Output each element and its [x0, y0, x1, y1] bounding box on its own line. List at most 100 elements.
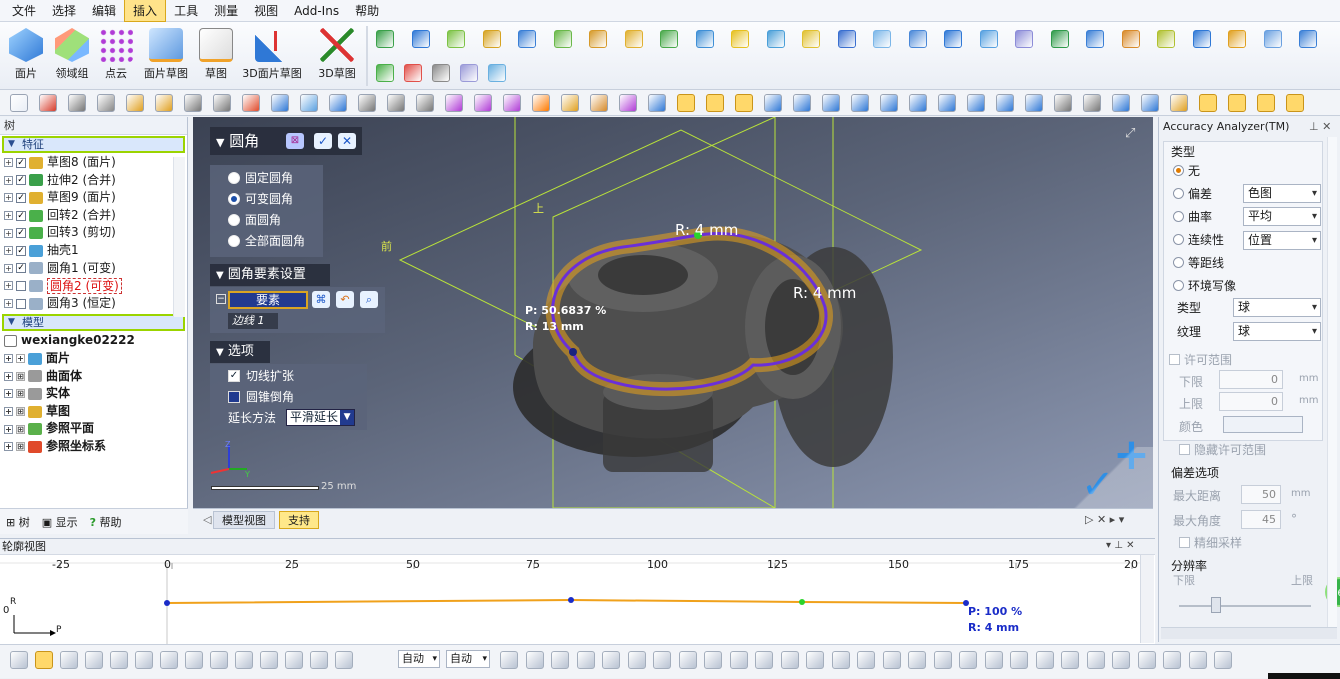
- bottom-tool-icon[interactable]: [576, 651, 595, 669]
- view-tool-icon[interactable]: [387, 94, 405, 112]
- bottom-tool-icon[interactable]: [857, 651, 875, 669]
- view-tool-icon[interactable]: [996, 94, 1014, 112]
- tab-help[interactable]: ? 帮助: [84, 514, 128, 530]
- tab-model-view[interactable]: 模型视图: [213, 511, 275, 529]
- max-angle-input[interactable]: 45: [1241, 510, 1281, 529]
- bottom-tool-icon[interactable]: [678, 651, 697, 669]
- model-item[interactable]: + ⊞ 曲面体: [0, 368, 187, 386]
- collapse-toggle-icon[interactable]: ⊞: [16, 389, 25, 399]
- bottom-tool-icon[interactable]: [285, 651, 303, 669]
- analysis-option-select[interactable]: 平均: [1243, 207, 1321, 226]
- view-tool-icon[interactable]: [184, 94, 202, 112]
- region-group-button[interactable]: 领域组: [50, 28, 94, 86]
- right-panel-hscroll[interactable]: [1161, 627, 1337, 639]
- bottom-tool-icon[interactable]: [780, 651, 799, 669]
- expand-icon[interactable]: +: [4, 424, 13, 434]
- view-tool-icon[interactable]: [1228, 94, 1246, 112]
- mesh-sketch-button[interactable]: 面片草图: [140, 28, 192, 86]
- model-item[interactable]: + ⊞ 草图: [0, 403, 187, 421]
- feature-item[interactable]: + 圆角2 (可变): [0, 277, 187, 295]
- visibility-checkbox[interactable]: [16, 280, 26, 291]
- menu-item-5[interactable]: 测量: [206, 0, 246, 21]
- element-field[interactable]: 要素: [228, 291, 308, 309]
- bottom-tool-icon[interactable]: [310, 651, 328, 669]
- 3d-sketch-button[interactable]: 3D草图: [314, 28, 360, 86]
- model-item[interactable]: + + 面片: [0, 350, 187, 368]
- view-tool-icon[interactable]: [938, 94, 956, 112]
- bottom-tool-icon[interactable]: [1035, 651, 1054, 669]
- bottom-tool-icon[interactable]: [1188, 651, 1207, 669]
- feature-item[interactable]: + ✓ 回转3 (剪切): [0, 224, 187, 242]
- ribbon-tool-icon[interactable]: [766, 30, 785, 48]
- allow-range-checkbox[interactable]: 许可范围: [1169, 351, 1232, 368]
- resolution-slider-track[interactable]: [1179, 605, 1311, 607]
- ribbon-tool-icon[interactable]: [731, 30, 749, 48]
- expand-icon[interactable]: +: [4, 299, 13, 309]
- 3d-mesh-sketch-button[interactable]: 3D面片草图: [240, 28, 304, 86]
- ok-check-icon[interactable]: ✓: [314, 133, 332, 149]
- bottom-tool-icon[interactable]: [260, 651, 278, 669]
- view-tool-icon[interactable]: [358, 94, 376, 112]
- maximize-icon[interactable]: ⤢: [1125, 127, 1139, 141]
- tab-support[interactable]: 支持: [279, 511, 319, 529]
- model-item[interactable]: + ⊞ 参照坐标系: [0, 438, 187, 456]
- auto-select-1[interactable]: 自动 ▾: [398, 650, 440, 668]
- expand-icon[interactable]: +: [4, 228, 13, 238]
- feature-item[interactable]: + ✓ 草图9 (面片): [0, 189, 187, 207]
- tangent-extend-checkbox[interactable]: ✓ 切线扩张: [210, 365, 367, 386]
- view-tool-icon[interactable]: [10, 94, 28, 112]
- upper-input[interactable]: 0: [1219, 392, 1283, 411]
- view-tool-icon[interactable]: [329, 94, 347, 112]
- analysis-type-radio[interactable]: 等距线: [1173, 252, 1224, 272]
- pin-close-icons[interactable]: ⊥ ✕: [1309, 120, 1331, 133]
- tab-tree[interactable]: ⊞ 树: [0, 514, 36, 530]
- view-tool-icon[interactable]: [416, 94, 434, 112]
- view-tool-icon[interactable]: [97, 94, 115, 112]
- model-item[interactable]: + ⊞ 参照平面: [0, 420, 187, 438]
- view-tool-icon[interactable]: [880, 94, 898, 112]
- undo-icon[interactable]: ↶: [336, 291, 354, 308]
- bottom-tool-icon[interactable]: [1086, 651, 1105, 669]
- analysis-type-radio[interactable]: 无: [1173, 160, 1200, 180]
- fillet-type-radio[interactable]: 固定圆角: [210, 167, 323, 188]
- right-panel-vscroll[interactable]: [1327, 137, 1337, 627]
- view-tool-icon[interactable]: [1054, 94, 1072, 112]
- view-tool-icon[interactable]: [793, 94, 811, 112]
- expand-icon[interactable]: +: [4, 246, 13, 256]
- menu-item-4[interactable]: 工具: [166, 0, 206, 21]
- bottom-tool-icon[interactable]: [160, 651, 178, 669]
- bottom-tool-icon[interactable]: [10, 651, 28, 669]
- collapse-toggle-icon[interactable]: ⊞: [16, 407, 25, 417]
- bottom-tool-icon[interactable]: [806, 651, 824, 669]
- ribbon-tool-icon[interactable]: [376, 64, 394, 82]
- type-select[interactable]: 球: [1233, 298, 1321, 317]
- ribbon-tool-icon[interactable]: [376, 30, 394, 48]
- ribbon-tool-icon[interactable]: [1015, 30, 1033, 48]
- bottom-tool-icon[interactable]: [882, 651, 901, 669]
- ribbon-tool-icon[interactable]: [404, 64, 422, 82]
- preview-icon[interactable]: ⊠: [286, 133, 304, 149]
- ribbon-tool-icon[interactable]: [1263, 30, 1282, 48]
- bottom-tool-icon[interactable]: [704, 651, 722, 669]
- extend-method-select[interactable]: 平滑延长 ▼: [286, 409, 356, 426]
- visibility-checkbox[interactable]: ✓: [16, 175, 26, 186]
- ribbon-tool-icon[interactable]: [837, 30, 856, 48]
- ribbon-tool-icon[interactable]: [624, 30, 643, 48]
- analysis-type-radio[interactable]: 偏差: [1173, 183, 1212, 203]
- feature-item[interactable]: + ✓ 拉伸2 (合并): [0, 172, 187, 190]
- bottom-tool-icon[interactable]: [335, 651, 353, 669]
- ribbon-tool-icon[interactable]: [1050, 30, 1069, 48]
- visibility-checkbox[interactable]: ✓: [16, 210, 26, 221]
- bottom-tool-icon[interactable]: [1112, 651, 1130, 669]
- view-tool-icon[interactable]: [967, 94, 985, 112]
- view-tool-icon[interactable]: [1286, 94, 1304, 112]
- view-tool-icon[interactable]: [1083, 94, 1101, 112]
- tab-display[interactable]: ▣ 显示: [36, 514, 84, 530]
- analysis-type-radio[interactable]: 曲率: [1173, 206, 1212, 226]
- ribbon-tool-icon[interactable]: [553, 30, 572, 48]
- expand-icon[interactable]: +: [4, 193, 13, 203]
- features-section-header[interactable]: 特征: [2, 136, 185, 153]
- fillet-type-radio[interactable]: 可变圆角: [210, 188, 323, 209]
- radius-label-1[interactable]: R: 4 mm: [675, 221, 738, 239]
- view-tool-icon[interactable]: [590, 94, 608, 112]
